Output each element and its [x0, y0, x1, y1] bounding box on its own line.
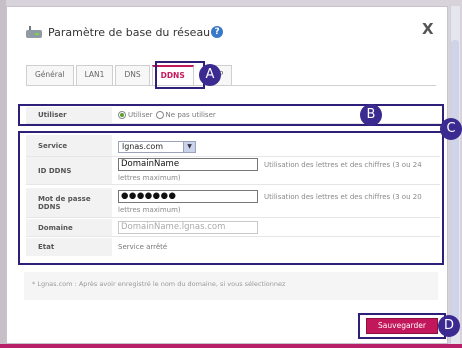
tab-general[interactable]: Général [26, 65, 74, 85]
tab-divider [26, 85, 436, 86]
callout-a-highlight [155, 61, 205, 89]
footer-note: * Lgnas.com : Après avoir enregistré le … [24, 272, 438, 300]
dialog-title: Paramètre de base du réseau [48, 25, 211, 39]
callout-c-badge: C [440, 118, 462, 140]
close-button[interactable]: X [422, 20, 434, 38]
save-button[interactable]: Sauvegarder [366, 318, 438, 334]
callout-b-badge: B [360, 104, 382, 126]
help-icon[interactable]: ? [211, 26, 224, 38]
router-icon [26, 26, 42, 38]
scrollbar-thumb[interactable] [451, 40, 459, 330]
dialog-title-row: Paramètre de base du réseau ? [26, 22, 224, 42]
callout-a-badge: A [199, 64, 221, 86]
bottom-accent-strip [0, 344, 462, 348]
callout-c-highlight [18, 131, 444, 265]
tab-lan1[interactable]: LAN1 [75, 65, 114, 85]
tab-dns[interactable]: DNS [115, 65, 150, 85]
callout-d-badge: D [438, 315, 460, 337]
